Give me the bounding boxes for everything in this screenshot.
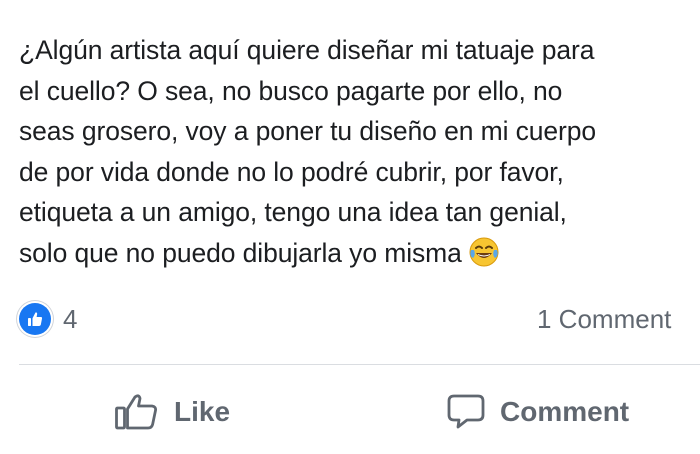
post-text-line: solo que no puedo dibujarla yo misma	[19, 237, 462, 268]
thumbs-up-outline-icon	[114, 393, 160, 431]
like-button[interactable]: Like	[114, 390, 230, 434]
post-text-line-last: solo que no puedo dibujarla yo misma	[19, 233, 691, 274]
post-text-line: de por vida donde no lo podré cubrir, po…	[19, 156, 564, 187]
reaction-count: 4	[63, 303, 78, 334]
like-button-label: Like	[174, 396, 231, 427]
tears-of-joy-emoji-icon	[468, 236, 500, 268]
reaction-summary[interactable]: 4	[19, 302, 77, 336]
comment-count-link[interactable]: 1 Comment	[537, 302, 671, 336]
post-text-line: etiqueta a un amigo, tengo una idea tan …	[19, 197, 567, 227]
post-text-line: seas grosero, voy a poner tu diseño en m…	[19, 116, 597, 146]
like-reaction-icon	[19, 303, 51, 335]
post-text-line: ¿Algún artista aquí quiere diseñar mi ta…	[19, 35, 595, 65]
speech-bubble-icon	[446, 393, 486, 431]
divider	[19, 364, 700, 365]
comment-button[interactable]: Comment	[446, 390, 629, 434]
post-text: ¿Algún artista aquí quiere diseñar mi ta…	[19, 30, 691, 273]
comment-button-label: Comment	[500, 396, 630, 427]
post-text-line: el cuello? O sea, no busco pagarte por e…	[19, 75, 563, 106]
facebook-post: ¿Algún artista aquí quiere diseñar mi ta…	[0, 0, 700, 454]
